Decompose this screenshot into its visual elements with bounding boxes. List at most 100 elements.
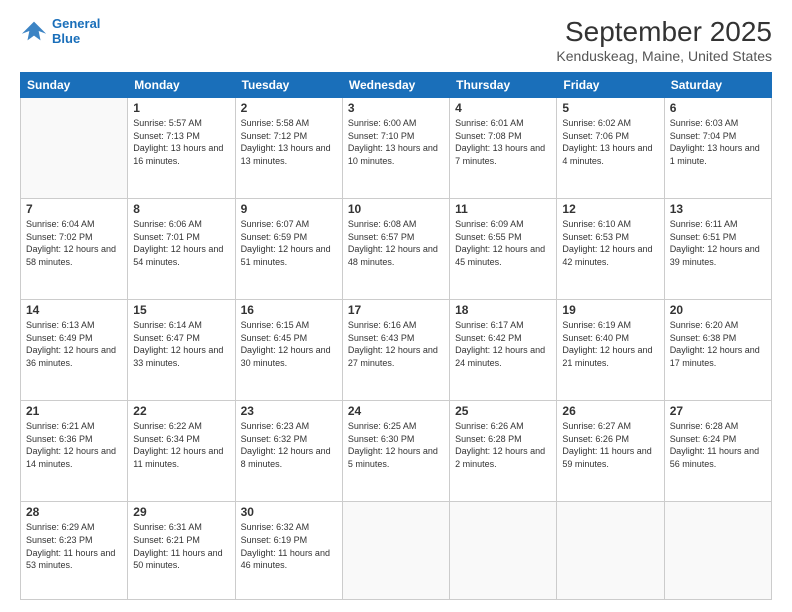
col-thursday: Thursday — [450, 73, 557, 98]
day-info: Sunrise: 6:06 AMSunset: 7:01 PMDaylight:… — [133, 219, 223, 267]
day-number: 20 — [670, 303, 766, 317]
day-info: Sunrise: 6:25 AMSunset: 6:30 PMDaylight:… — [348, 421, 438, 469]
table-row: 25 Sunrise: 6:26 AMSunset: 6:28 PMDaylig… — [450, 401, 557, 502]
table-row — [557, 502, 664, 600]
day-number: 24 — [348, 404, 444, 418]
day-info: Sunrise: 6:23 AMSunset: 6:32 PMDaylight:… — [241, 421, 331, 469]
day-number: 22 — [133, 404, 229, 418]
day-number: 9 — [241, 202, 337, 216]
calendar-table: Sunday Monday Tuesday Wednesday Thursday… — [20, 72, 772, 600]
day-info: Sunrise: 6:07 AMSunset: 6:59 PMDaylight:… — [241, 219, 331, 267]
day-info: Sunrise: 6:01 AMSunset: 7:08 PMDaylight:… — [455, 118, 545, 166]
table-row: 10 Sunrise: 6:08 AMSunset: 6:57 PMDaylig… — [342, 199, 449, 300]
table-row: 12 Sunrise: 6:10 AMSunset: 6:53 PMDaylig… — [557, 199, 664, 300]
day-info: Sunrise: 6:29 AMSunset: 6:23 PMDaylight:… — [26, 522, 115, 570]
col-friday: Friday — [557, 73, 664, 98]
day-number: 27 — [670, 404, 766, 418]
day-number: 6 — [670, 101, 766, 115]
day-info: Sunrise: 6:20 AMSunset: 6:38 PMDaylight:… — [670, 320, 760, 368]
table-row: 24 Sunrise: 6:25 AMSunset: 6:30 PMDaylig… — [342, 401, 449, 502]
day-number: 10 — [348, 202, 444, 216]
day-info: Sunrise: 6:28 AMSunset: 6:24 PMDaylight:… — [670, 421, 759, 469]
table-row: 15 Sunrise: 6:14 AMSunset: 6:47 PMDaylig… — [128, 300, 235, 401]
day-number: 7 — [26, 202, 122, 216]
day-number: 15 — [133, 303, 229, 317]
calendar-header-row: Sunday Monday Tuesday Wednesday Thursday… — [21, 73, 772, 98]
day-number: 1 — [133, 101, 229, 115]
table-row: 23 Sunrise: 6:23 AMSunset: 6:32 PMDaylig… — [235, 401, 342, 502]
day-number: 29 — [133, 505, 229, 519]
day-number: 25 — [455, 404, 551, 418]
table-row: 5 Sunrise: 6:02 AMSunset: 7:06 PMDayligh… — [557, 98, 664, 199]
day-info: Sunrise: 6:19 AMSunset: 6:40 PMDaylight:… — [562, 320, 652, 368]
day-info: Sunrise: 6:10 AMSunset: 6:53 PMDaylight:… — [562, 219, 652, 267]
table-row: 19 Sunrise: 6:19 AMSunset: 6:40 PMDaylig… — [557, 300, 664, 401]
day-info: Sunrise: 6:04 AMSunset: 7:02 PMDaylight:… — [26, 219, 116, 267]
day-info: Sunrise: 6:02 AMSunset: 7:06 PMDaylight:… — [562, 118, 652, 166]
day-number: 11 — [455, 202, 551, 216]
table-row: 6 Sunrise: 6:03 AMSunset: 7:04 PMDayligh… — [664, 98, 771, 199]
day-info: Sunrise: 6:31 AMSunset: 6:21 PMDaylight:… — [133, 522, 222, 570]
day-info: Sunrise: 6:13 AMSunset: 6:49 PMDaylight:… — [26, 320, 116, 368]
page-subtitle: Kenduskeag, Maine, United States — [556, 48, 772, 64]
table-row: 22 Sunrise: 6:22 AMSunset: 6:34 PMDaylig… — [128, 401, 235, 502]
table-row: 4 Sunrise: 6:01 AMSunset: 7:08 PMDayligh… — [450, 98, 557, 199]
day-info: Sunrise: 6:27 AMSunset: 6:26 PMDaylight:… — [562, 421, 651, 469]
table-row: 3 Sunrise: 6:00 AMSunset: 7:10 PMDayligh… — [342, 98, 449, 199]
day-info: Sunrise: 6:16 AMSunset: 6:43 PMDaylight:… — [348, 320, 438, 368]
day-info: Sunrise: 6:26 AMSunset: 6:28 PMDaylight:… — [455, 421, 545, 469]
day-number: 26 — [562, 404, 658, 418]
col-monday: Monday — [128, 73, 235, 98]
day-number: 2 — [241, 101, 337, 115]
day-info: Sunrise: 6:22 AMSunset: 6:34 PMDaylight:… — [133, 421, 223, 469]
table-row — [664, 502, 771, 600]
table-row: 21 Sunrise: 6:21 AMSunset: 6:36 PMDaylig… — [21, 401, 128, 502]
day-info: Sunrise: 6:11 AMSunset: 6:51 PMDaylight:… — [670, 219, 760, 267]
day-number: 23 — [241, 404, 337, 418]
header: General Blue September 2025 Kenduskeag, … — [20, 16, 772, 64]
col-tuesday: Tuesday — [235, 73, 342, 98]
page-title: September 2025 — [556, 16, 772, 48]
logo: General Blue — [20, 16, 100, 46]
table-row: 30 Sunrise: 6:32 AMSunset: 6:19 PMDaylig… — [235, 502, 342, 600]
title-area: September 2025 Kenduskeag, Maine, United… — [556, 16, 772, 64]
table-row: 16 Sunrise: 6:15 AMSunset: 6:45 PMDaylig… — [235, 300, 342, 401]
table-row: 9 Sunrise: 6:07 AMSunset: 6:59 PMDayligh… — [235, 199, 342, 300]
day-number: 12 — [562, 202, 658, 216]
day-number: 18 — [455, 303, 551, 317]
logo-icon — [20, 17, 48, 45]
day-number: 28 — [26, 505, 122, 519]
table-row: 1 Sunrise: 5:57 AMSunset: 7:13 PMDayligh… — [128, 98, 235, 199]
table-row: 20 Sunrise: 6:20 AMSunset: 6:38 PMDaylig… — [664, 300, 771, 401]
day-info: Sunrise: 5:58 AMSunset: 7:12 PMDaylight:… — [241, 118, 331, 166]
day-number: 17 — [348, 303, 444, 317]
table-row: 17 Sunrise: 6:16 AMSunset: 6:43 PMDaylig… — [342, 300, 449, 401]
logo-text: General Blue — [52, 16, 100, 46]
table-row: 11 Sunrise: 6:09 AMSunset: 6:55 PMDaylig… — [450, 199, 557, 300]
table-row — [342, 502, 449, 600]
day-info: Sunrise: 6:15 AMSunset: 6:45 PMDaylight:… — [241, 320, 331, 368]
day-info: Sunrise: 6:17 AMSunset: 6:42 PMDaylight:… — [455, 320, 545, 368]
day-info: Sunrise: 5:57 AMSunset: 7:13 PMDaylight:… — [133, 118, 223, 166]
day-info: Sunrise: 6:00 AMSunset: 7:10 PMDaylight:… — [348, 118, 438, 166]
day-number: 8 — [133, 202, 229, 216]
day-number: 13 — [670, 202, 766, 216]
col-saturday: Saturday — [664, 73, 771, 98]
table-row — [450, 502, 557, 600]
col-sunday: Sunday — [21, 73, 128, 98]
day-info: Sunrise: 6:09 AMSunset: 6:55 PMDaylight:… — [455, 219, 545, 267]
table-row: 29 Sunrise: 6:31 AMSunset: 6:21 PMDaylig… — [128, 502, 235, 600]
day-number: 16 — [241, 303, 337, 317]
col-wednesday: Wednesday — [342, 73, 449, 98]
day-number: 30 — [241, 505, 337, 519]
table-row: 13 Sunrise: 6:11 AMSunset: 6:51 PMDaylig… — [664, 199, 771, 300]
table-row: 7 Sunrise: 6:04 AMSunset: 7:02 PMDayligh… — [21, 199, 128, 300]
table-row: 26 Sunrise: 6:27 AMSunset: 6:26 PMDaylig… — [557, 401, 664, 502]
day-number: 4 — [455, 101, 551, 115]
table-row: 27 Sunrise: 6:28 AMSunset: 6:24 PMDaylig… — [664, 401, 771, 502]
day-info: Sunrise: 6:03 AMSunset: 7:04 PMDaylight:… — [670, 118, 760, 166]
table-row: 18 Sunrise: 6:17 AMSunset: 6:42 PMDaylig… — [450, 300, 557, 401]
day-info: Sunrise: 6:32 AMSunset: 6:19 PMDaylight:… — [241, 522, 330, 570]
table-row: 28 Sunrise: 6:29 AMSunset: 6:23 PMDaylig… — [21, 502, 128, 600]
day-number: 19 — [562, 303, 658, 317]
